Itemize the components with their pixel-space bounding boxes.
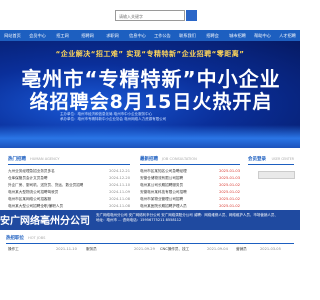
contact-banner[interactable]: 安广网络亳州分公司 安广网络亳州分公司 安广网络利辛分公司 安广网络涡阳分公司 … [0, 210, 300, 230]
item-date: 2024-12-21 [109, 169, 130, 173]
list-item[interactable]: 亳州市区某知名公司急聘经理 2025-01-03 [140, 168, 240, 175]
nav-item-notice[interactable]: 工作公告 [150, 33, 175, 39]
panel-subtitle: USER CENTER [271, 157, 294, 161]
panel-title: 最新招聘 [140, 157, 158, 162]
item-date: 2025-01-02 [219, 183, 240, 187]
position-date: 2021-11-10 [56, 247, 77, 251]
nav-item-contact[interactable]: 联系我们 [175, 33, 200, 39]
list-item[interactable]: 仓库保管员会计文员急聘 2024-12-20 [8, 175, 130, 182]
item-date: 2024-11-10 [109, 183, 130, 187]
nav-item-talent[interactable]: 人才招聘 [275, 33, 300, 39]
panel-title: 热门招聘 [8, 157, 26, 162]
position-title[interactable]: 营销员 [236, 247, 247, 252]
position-date: 2021-03-05 [260, 247, 281, 251]
hero-banner[interactable]: “企业解决“招工难” 实现“专精特新”企业招聘“零距离” 亳州市“专精特新”中小… [0, 41, 300, 148]
item-title: 安徽仓储物流有限公司招聘 [140, 176, 184, 180]
item-date: 2025-01-02 [219, 197, 240, 201]
item-title: 仓库保管员会计文员急聘 [8, 176, 48, 180]
hot-positions: 热招职位 HOT JOBS 操作工 2021-11-10 服务员 2021-09… [0, 233, 300, 300]
item-date: 2024-11-08 [109, 204, 130, 208]
list-item[interactable]: 安徽亳州某科技有限公司招聘 2025-01-02 [140, 189, 240, 196]
section-header: 热招职位 HOT JOBS [6, 233, 294, 244]
login-button[interactable] [258, 171, 295, 179]
item-title: 亳州某大型公司招聘全职/兼职人员 [8, 204, 64, 208]
item-title: 九州业务经理急招业务员多名 [8, 169, 55, 173]
contact-info: 安广网络亳州分公司 安广网络利辛分公司 安广网络涡阳分公司 诚聘：网络维修人员、… [96, 213, 296, 223]
position-title[interactable]: 服务员 [86, 247, 97, 252]
search-button[interactable] [186, 10, 197, 21]
item-date: 2024-11-08 [109, 197, 130, 201]
nav-item-jobseek[interactable]: 求职网 [100, 33, 125, 39]
list-item[interactable]: 外企厂房、厨司机、送货员、货运、数业员招聘 2024-11-10 [8, 182, 130, 189]
nav-item-member[interactable]: 会员中心 [25, 33, 50, 39]
section-title: 热招职位 [6, 236, 24, 241]
main-nav: 网站首页 会员中心 招工网 招聘网 求职网 信息中心 工作公告 联系我们 招聘会… [0, 30, 300, 41]
panel-header: 热门招聘 HUMAN AGENCY [8, 154, 130, 165]
panel-header: 最新招聘 JOB CONSULTATION [140, 154, 240, 165]
item-title: 亳州某医院长期招聘护理人员 [140, 204, 187, 208]
nav-item-city[interactable]: 城市招聘 [225, 33, 250, 39]
section-subtitle: HOT JOBS [28, 236, 46, 240]
item-title: 亳州市区某网络公司招客服 [8, 197, 52, 201]
panel-subtitle: HUMAN AGENCY [30, 157, 60, 161]
list-item[interactable]: 亳州某公司长期招聘服务员 2025-01-02 [140, 182, 240, 189]
search-input[interactable]: 请输入关键字 [115, 10, 185, 21]
list-item[interactable]: 亳州市某物业管理公司招聘 2025-01-02 [140, 196, 240, 203]
nav-item-info[interactable]: 信息中心 [125, 33, 150, 39]
list-item[interactable]: 亳州某大型公司招聘全职/兼职人员 2024-11-08 [8, 203, 130, 210]
banner-organizer-line: 承办单位：亳州市专精特新中小企业协会 亳州网络人力资源有限公司 [60, 117, 167, 121]
panel-user-center: 会员登录 USER CENTER [248, 154, 295, 206]
list-item[interactable]: 安徽仓储物流有限公司招聘 2025-01-03 [140, 175, 240, 182]
nav-item-help[interactable]: 帮助中心 [250, 33, 275, 39]
item-title: 安徽亳州某科技有限公司招聘 [140, 190, 187, 194]
position-title[interactable]: 操作工 [8, 247, 19, 252]
position-title[interactable]: CNC操作员、技工 [160, 247, 189, 252]
panel-title: 会员登录 [248, 157, 266, 162]
item-title: 亳州市某物业管理公司招聘 [140, 197, 184, 201]
panel-latest-jobs: 最新招聘 JOB CONSULTATION 亳州市区某知名公司急聘经理 2025-… [140, 154, 240, 208]
item-title: 亳州某公司长期招聘服务员 [140, 183, 184, 187]
item-date: 2024-11-09 [109, 190, 130, 194]
banner-decoration [0, 125, 300, 148]
item-title: 亳州某大型物流公司招聘驾驶员 [8, 190, 59, 194]
item-date: 2025-01-02 [219, 190, 240, 194]
contact-line: 地址：亳州市 ... 咨询电话：15956775211 8558112 [96, 218, 182, 222]
banner-tagline: “企业解决“招工难” 实现“专精特新”企业招聘“零距离” [55, 50, 245, 58]
item-date: 2025-01-03 [219, 169, 240, 173]
banner-organizers: 主办单位：亳州市经济和信息化局 亳州市中小企业服务中心 承办单位：亳州市专精特新… [60, 112, 290, 122]
list-item[interactable]: 亳州某医院长期招聘护理人员 2025-01-02 [140, 203, 240, 210]
panel-header: 会员登录 USER CENTER [248, 154, 294, 165]
item-title: 亳州市区某知名公司急聘经理 [140, 169, 187, 173]
list-item[interactable]: 亳州市区某网络公司招客服 2024-11-08 [8, 196, 130, 203]
list-item[interactable]: 九州业务经理急招业务员多名 2024-12-21 [8, 168, 130, 175]
position-date: 2021-09-29 [134, 247, 155, 251]
company-logo: 安广网络亳州分公司 [0, 216, 90, 227]
nav-item-fair[interactable]: 招聘会 [200, 33, 225, 39]
position-date: 2021-09-04 [207, 247, 228, 251]
item-date: 2025-01-03 [219, 176, 240, 180]
top-bar: 请输入关键字 [0, 0, 300, 30]
positions-row: 操作工 2021-11-10 服务员 2021-09-29 CNC操作员、技工 … [0, 247, 300, 254]
banner-headline-2: 络招聘会8月15日火热开启 [29, 91, 273, 113]
panel-subtitle: JOB CONSULTATION [162, 157, 197, 161]
nav-item-recruit[interactable]: 招聘网 [75, 33, 100, 39]
list-item[interactable]: 亳州某大型物流公司招聘驾驶员 2024-11-09 [8, 189, 130, 196]
item-title: 外企厂房、厨司机、送货员、货运、数业员招聘 [8, 183, 84, 187]
nav-item-home[interactable]: 网站首页 [0, 33, 25, 39]
item-date: 2024-12-20 [109, 176, 130, 180]
panel-hot-jobs: 热门招聘 HUMAN AGENCY 九州业务经理急招业务员多名 2024-12-2… [8, 154, 130, 208]
nav-item-recruit-work[interactable]: 招工网 [50, 33, 75, 39]
item-date: 2025-01-02 [219, 204, 240, 208]
